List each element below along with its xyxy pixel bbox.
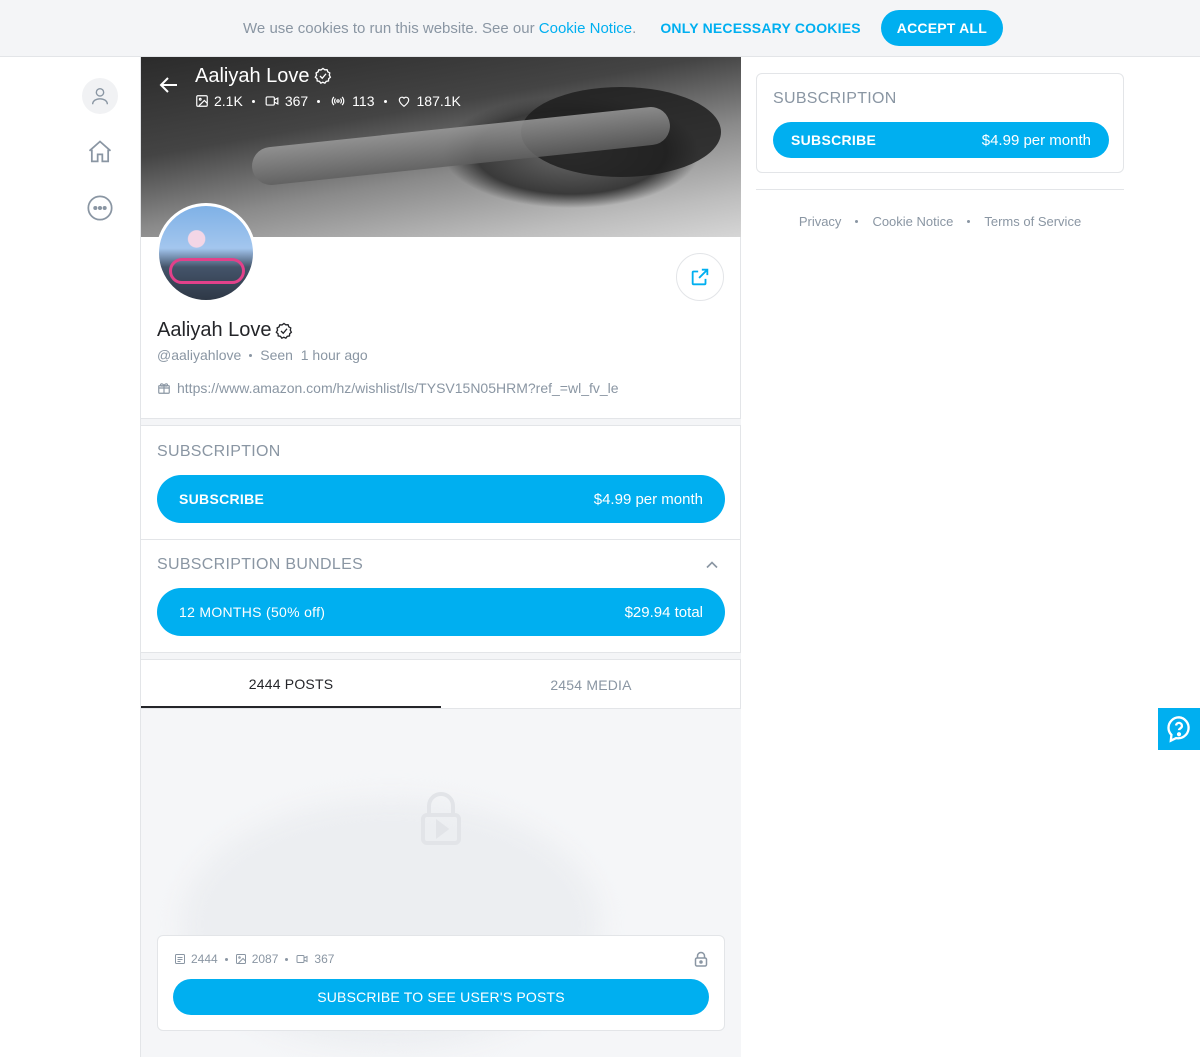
bundles-title: SUBSCRIPTION BUNDLES bbox=[157, 556, 364, 573]
profile-main: Aaliyah Love 2.1K 367 113 187.1K Aaliyah… bbox=[140, 57, 741, 1057]
cover-name-text: Aaliyah Love bbox=[195, 65, 310, 87]
subscribe-price: $4.99 per month bbox=[593, 490, 703, 508]
cookie-notice-footer-link[interactable]: Cookie Notice bbox=[872, 214, 953, 229]
avatar-bike-shape bbox=[169, 258, 245, 284]
last-seen: Seen 1 hour ago bbox=[260, 347, 367, 363]
subscribe-button[interactable]: SUBSCRIBE $4.99 per month bbox=[157, 475, 725, 523]
last-seen-value: 1 hour ago bbox=[300, 347, 368, 363]
bundle-price: $29.94 total bbox=[624, 603, 703, 621]
divider bbox=[141, 539, 741, 540]
profile-avatar[interactable] bbox=[156, 203, 256, 303]
only-necessary-cookies-button[interactable]: ONLY NECESSARY COOKIES bbox=[660, 20, 860, 36]
section-divider bbox=[141, 652, 741, 660]
subscribe-to-see-posts-button[interactable]: SUBSCRIBE TO SEE USER'S POSTS bbox=[173, 979, 709, 1015]
help-button[interactable] bbox=[1158, 708, 1200, 750]
separator-dot bbox=[967, 220, 971, 223]
locked-posts-card: 2444 2087 367 SUBSCRIBE TO SEE USER'S PO… bbox=[157, 935, 725, 1031]
help-icon bbox=[1167, 716, 1190, 743]
privacy-link[interactable]: Privacy bbox=[799, 214, 842, 229]
content-tabs: 2444 POSTS 2454 MEDIA bbox=[141, 661, 741, 709]
more-icon[interactable] bbox=[82, 190, 118, 226]
streams-stat: 113 bbox=[329, 93, 375, 109]
separator-dot bbox=[251, 99, 255, 103]
profile-handle: @aaliyahlove bbox=[157, 347, 242, 363]
back-arrow-icon[interactable] bbox=[157, 73, 181, 97]
locked-stats: 2444 2087 367 bbox=[174, 952, 334, 966]
image-icon bbox=[196, 95, 208, 107]
post-icon bbox=[175, 954, 185, 964]
cover-name: Aaliyah Love bbox=[195, 65, 461, 87]
subscribe-label: SUBSCRIBE bbox=[179, 491, 265, 507]
sidebar-subscribe-label: SUBSCRIBE bbox=[791, 132, 877, 148]
separator-dot bbox=[855, 220, 859, 223]
bundle-12-months-button[interactable]: 12 MONTHS (50% off) $29.94 total bbox=[157, 588, 725, 636]
cookie-banner: We use cookies to run this website. See … bbox=[0, 0, 1200, 57]
lock-icon bbox=[421, 792, 461, 845]
heart-icon bbox=[398, 96, 409, 107]
separator-dot bbox=[317, 99, 321, 103]
footer-links: Privacy Cookie Notice Terms of Service bbox=[756, 214, 1124, 229]
user-avatar-icon[interactable] bbox=[82, 78, 118, 114]
video-icon bbox=[296, 955, 308, 963]
sidebar-subscribe-button[interactable]: SUBSCRIBE $4.99 per month bbox=[773, 122, 1109, 158]
tab-posts[interactable]: 2444 POSTS bbox=[141, 661, 441, 708]
home-icon[interactable] bbox=[82, 134, 118, 170]
profile-link-row: https://www.amazon.com/hz/wishlist/ls/TY… bbox=[157, 380, 619, 396]
separator-dot bbox=[383, 99, 387, 103]
cover-header: Aaliyah Love 2.1K 367 113 187.1K bbox=[141, 57, 741, 115]
profile-name-text: Aaliyah Love bbox=[157, 319, 272, 341]
terms-of-service-link[interactable]: Terms of Service bbox=[984, 214, 1081, 229]
subscription-title: SUBSCRIPTION bbox=[157, 443, 281, 460]
sidebar-subscription-card: SUBSCRIPTION SUBSCRIBE $4.99 per month bbox=[756, 73, 1124, 173]
likes-count: 187.1K bbox=[416, 93, 461, 109]
video-icon bbox=[265, 96, 279, 106]
locked-posts-count: 2444 bbox=[191, 952, 218, 966]
chevron-up-icon[interactable] bbox=[702, 555, 722, 575]
accept-all-cookies-button[interactable]: ACCEPT ALL bbox=[880, 10, 1003, 46]
locked-posts-area: 2444 2087 367 SUBSCRIBE TO SEE USER'S PO… bbox=[141, 709, 741, 1057]
cover-info: Aaliyah Love 2.1K 367 113 187.1K bbox=[195, 65, 461, 109]
separator-dot bbox=[285, 957, 289, 961]
tab-media[interactable]: 2454 MEDIA bbox=[441, 661, 741, 708]
left-nav bbox=[82, 78, 118, 246]
cookie-message: We use cookies to run this website. See … bbox=[243, 19, 535, 37]
last-seen-label: Seen bbox=[260, 347, 293, 363]
gift-icon bbox=[158, 383, 170, 394]
section-divider bbox=[141, 418, 741, 426]
cookie-text: We use cookies to run this website. See … bbox=[243, 20, 636, 37]
sidebar-subscription-title: SUBSCRIPTION bbox=[773, 90, 897, 107]
share-icon bbox=[691, 268, 709, 286]
separator-dot bbox=[224, 957, 228, 961]
profile-handle-row: @aaliyahlove Seen 1 hour ago bbox=[157, 347, 368, 363]
separator-dot bbox=[249, 353, 253, 357]
streams-count: 113 bbox=[352, 93, 375, 109]
locked-photos-count: 2087 bbox=[251, 952, 279, 966]
cookie-period: . bbox=[632, 19, 637, 37]
share-button[interactable] bbox=[676, 253, 724, 301]
bundle-label: 12 MONTHS (50% off) bbox=[179, 604, 326, 620]
likes-stat: 187.1K bbox=[396, 93, 461, 109]
videos-stat: 367 bbox=[264, 93, 308, 109]
photos-count: 2.1K bbox=[214, 93, 243, 109]
cover-stats: 2.1K 367 113 187.1K bbox=[195, 93, 461, 109]
broadcast-icon bbox=[331, 96, 345, 106]
photos-stat: 2.1K bbox=[195, 93, 243, 109]
verified-icon bbox=[275, 322, 292, 339]
videos-count: 367 bbox=[284, 93, 309, 109]
locked-videos-count: 367 bbox=[314, 952, 335, 966]
profile-name: Aaliyah Love bbox=[157, 319, 293, 342]
image-icon bbox=[235, 954, 246, 964]
wishlist-link[interactable]: https://www.amazon.com/hz/wishlist/ls/TY… bbox=[177, 380, 619, 396]
sidebar-divider bbox=[756, 189, 1124, 190]
lock-icon bbox=[694, 951, 708, 967]
verified-icon bbox=[314, 67, 331, 85]
sidebar-subscribe-price: $4.99 per month bbox=[981, 131, 1091, 149]
cookie-notice-link[interactable]: Cookie Notice bbox=[539, 20, 632, 37]
